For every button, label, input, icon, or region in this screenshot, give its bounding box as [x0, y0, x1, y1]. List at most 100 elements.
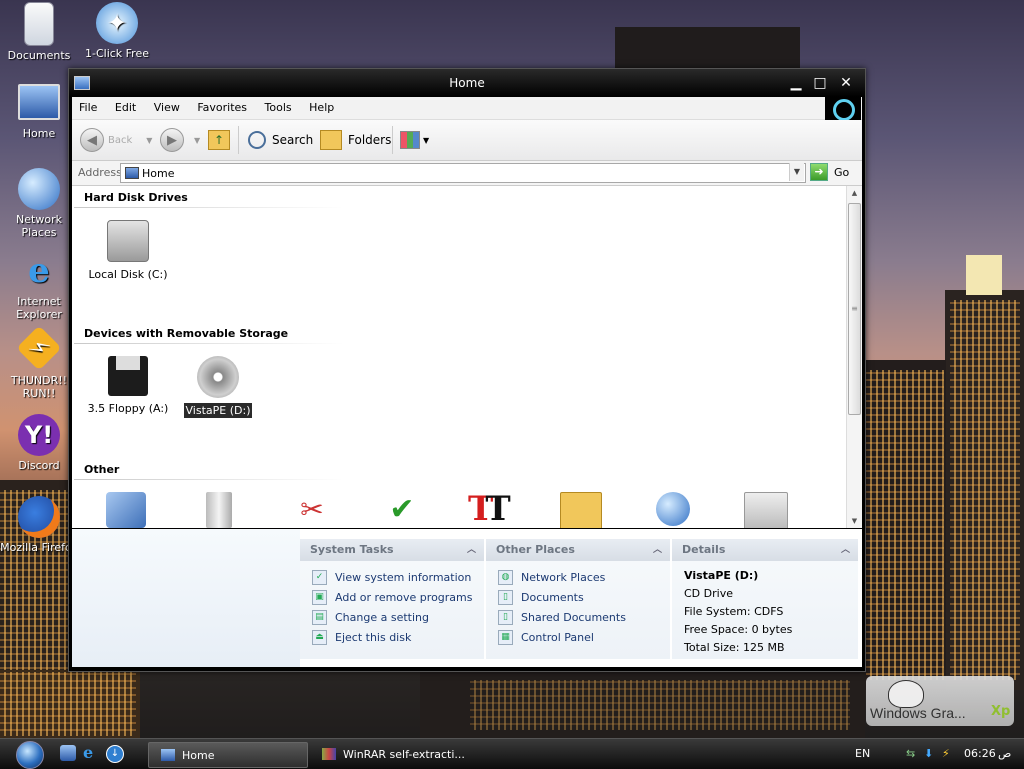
section-title: Other	[84, 463, 120, 476]
address-dropdown-icon[interactable]: ▼	[789, 163, 804, 181]
drive-vistape-d[interactable]: VistaPE (D:)	[168, 356, 268, 418]
title-bar[interactable]: Home ▁ □ ✕	[69, 69, 865, 97]
download-icon[interactable]: ↓	[106, 745, 124, 763]
task-label: View system information	[335, 570, 472, 584]
section-title: Hard Disk Drives	[84, 191, 188, 204]
forward-button[interactable]: ▶ ▼	[160, 126, 200, 154]
windows-xp-watermark: Windows Gra... Xp	[866, 676, 1014, 726]
checkmark-icon[interactable]: ✔	[382, 492, 422, 528]
system-tasks-panel: System Tasks ︿ ✓ View system information …	[300, 539, 484, 659]
network-tray-icon[interactable]: ⇆	[906, 747, 915, 760]
search-button[interactable]: Search	[248, 126, 313, 154]
desktop-icon-thundr-run[interactable]: ⚡ THUNDR!! RUN!!	[0, 325, 78, 400]
drive-floppy-a[interactable]: 3.5 Floppy (A:)	[78, 356, 178, 415]
drive-local-disk-c[interactable]: Local Disk (C:)	[78, 220, 178, 281]
taskbar-item-winrar[interactable]: WinRAR self-extracti...	[310, 742, 468, 766]
download-tray-icon[interactable]: ⬇	[924, 747, 933, 760]
taskbar: e ↓ Home WinRAR self-extracti... EN ⇆ ⬇ …	[0, 738, 1024, 769]
task-add-remove-programs[interactable]: ▣ Add or remove programs	[312, 587, 484, 607]
details-type: CD Drive	[684, 587, 733, 600]
menu-edit[interactable]: Edit	[108, 97, 143, 118]
menu-file[interactable]: File	[72, 97, 104, 118]
printer-icon[interactable]	[744, 492, 788, 528]
task-view-system-info[interactable]: ✓ View system information	[312, 567, 484, 587]
menu-view[interactable]: View	[147, 97, 187, 118]
vertical-scrollbar[interactable]: ▲ ≡ ▼	[846, 186, 862, 528]
back-dropdown-icon: ▼	[146, 135, 153, 145]
windows-throbber-logo	[825, 97, 861, 121]
recycle-bin-icon[interactable]	[206, 492, 232, 528]
task-label: WinRAR self-extracti...	[343, 747, 465, 761]
collapse-chevron-icon[interactable]: ︿	[467, 539, 476, 561]
control-panel-icon: ▦	[498, 629, 513, 645]
desktop-icon-internet-explorer[interactable]: e Internet Explorer	[0, 250, 78, 321]
item-label: 3.5 Floppy (A:)	[87, 402, 169, 415]
programs-icon: ▣	[312, 589, 327, 605]
item-label-selected: VistaPE (D:)	[183, 403, 253, 418]
internet-explorer-icon[interactable]: e	[83, 745, 99, 761]
up-folder-button[interactable]: ↑	[208, 126, 230, 154]
eject-icon: ⏏	[312, 629, 327, 645]
views-button[interactable]: ▼	[400, 126, 429, 154]
desktop-icon-home[interactable]: Home	[0, 84, 78, 140]
panel-title: System Tasks	[310, 543, 394, 556]
close-button[interactable]: ✕	[835, 73, 857, 93]
taskbar-item-home[interactable]: Home	[148, 742, 308, 768]
volume-tray-icon[interactable]: ⚡	[942, 747, 950, 760]
clock[interactable]: 06:26	[964, 747, 996, 760]
task-change-setting[interactable]: ▤ Change a setting	[312, 607, 484, 627]
language-indicator[interactable]: EN	[855, 747, 870, 760]
fonts-icon[interactable]: TT	[468, 490, 518, 528]
desktop-icon-network-places[interactable]: Network Places	[0, 168, 78, 239]
address-label: Address	[78, 166, 122, 179]
other-places-header[interactable]: Other Places ︿	[486, 539, 670, 561]
address-field[interactable]: Home	[120, 163, 806, 183]
desktop-icon-discord[interactable]: Y! Discord	[0, 414, 78, 472]
network-globe-icon[interactable]	[656, 492, 690, 526]
computer-icon	[161, 749, 175, 761]
toolbar-separator	[238, 126, 239, 154]
forward-dropdown-icon: ▼	[194, 135, 201, 145]
place-shared-documents[interactable]: ▯ Shared Documents	[498, 607, 670, 627]
menu-tools[interactable]: Tools	[258, 97, 299, 118]
back-button[interactable]: ◀ Back ▼	[80, 126, 152, 154]
menu-favorites[interactable]: Favorites	[190, 97, 254, 118]
go-button[interactable]: ➜ Go	[810, 163, 849, 181]
place-documents[interactable]: ▯ Documents	[498, 587, 670, 607]
system-tasks-header[interactable]: System Tasks ︿	[300, 539, 484, 561]
start-button[interactable]	[16, 741, 44, 769]
menu-help[interactable]: Help	[302, 97, 341, 118]
toolbar-separator	[392, 126, 393, 154]
details-header[interactable]: Details ︿	[672, 539, 858, 561]
place-label: Shared Documents	[521, 610, 626, 624]
details-free-space: Free Space: 0 bytes	[684, 623, 793, 636]
checkmark-icon: ✓	[312, 569, 327, 585]
scrollbar-thumb[interactable]: ≡	[848, 203, 861, 415]
desktop-icon-label: 1-Click Free	[84, 47, 150, 60]
scroll-down-icon[interactable]: ▼	[847, 514, 862, 528]
place-network-places[interactable]: ◍ Network Places	[498, 567, 670, 587]
computer-icon	[125, 167, 139, 179]
shared-folder-icon[interactable]	[560, 492, 602, 528]
internet-explorer-icon: e	[28, 251, 50, 291]
maximize-button[interactable]: □	[809, 73, 831, 93]
scroll-up-icon[interactable]: ▲	[847, 186, 862, 200]
control-panel-icon[interactable]	[106, 492, 146, 528]
desktop-icon-1-click-free[interactable]: ✦ 1-Click Free	[78, 2, 156, 60]
task-eject-disk[interactable]: ⏏ Eject this disk	[312, 627, 484, 647]
task-pane-background	[72, 529, 300, 667]
minimize-button[interactable]: ▁	[785, 73, 807, 93]
desktop-icon-mozilla-firefox[interactable]: Mozilla Firefox	[0, 496, 78, 554]
tools-icon[interactable]: ✂	[292, 492, 332, 528]
documents-icon	[24, 2, 54, 46]
collapse-chevron-icon[interactable]: ︿	[841, 539, 850, 561]
desktop-icon-label: Internet Explorer	[16, 295, 62, 321]
watermark-xp: Xp	[991, 704, 1011, 719]
folders-button[interactable]: Folders	[320, 126, 391, 154]
show-desktop-icon[interactable]	[60, 745, 76, 761]
desktop-icon-documents[interactable]: Documents	[0, 2, 78, 62]
place-control-panel[interactable]: ▦ Control Panel	[498, 627, 670, 647]
collapse-chevron-icon[interactable]: ︿	[653, 539, 662, 561]
search-icon	[248, 131, 266, 149]
other-places-panel: Other Places ︿ ◍ Network Places ▯ Document…	[486, 539, 670, 659]
